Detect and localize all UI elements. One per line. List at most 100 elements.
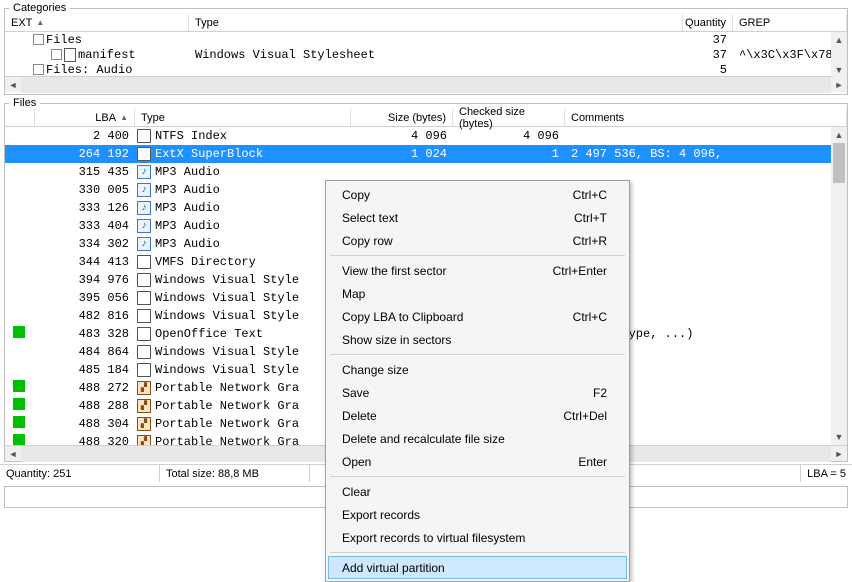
scroll-right-icon[interactable]: ►	[831, 446, 847, 462]
file-row[interactable]: 315 435MP3 Audio	[5, 163, 847, 181]
cell-type: MP3 Audio	[135, 183, 351, 197]
cell-lba: 333 404	[35, 219, 135, 233]
image-icon	[137, 399, 151, 413]
menu-item[interactable]: Map	[328, 282, 627, 305]
menu-item-label: Add virtual partition	[342, 561, 445, 575]
checkbox[interactable]	[33, 34, 44, 45]
cell-type: Portable Network Gra	[135, 417, 351, 431]
menu-item-label: Map	[342, 287, 365, 301]
category-name: Files: Audio	[46, 63, 132, 77]
scroll-up-icon[interactable]: ▲	[831, 127, 847, 143]
cell-type: Portable Network Gra	[135, 381, 351, 395]
scroll-left-icon[interactable]: ◄	[5, 77, 21, 93]
file-row[interactable]: 2 400NTFS Index4 0964 096	[5, 127, 847, 145]
menu-item-label: Copy row	[342, 234, 393, 248]
cell-lba: 334 302	[35, 237, 135, 251]
col-mark[interactable]	[5, 109, 35, 126]
cell-type: MP3 Audio	[135, 219, 351, 233]
menu-item[interactable]: DeleteCtrl+Del	[328, 404, 627, 427]
menu-item[interactable]: View the first sectorCtrl+Enter	[328, 259, 627, 282]
cell-lba: 484 864	[35, 345, 135, 359]
cell-type: VMFS Directory	[135, 255, 351, 269]
menu-item[interactable]: OpenEnter	[328, 450, 627, 473]
cell-type: Portable Network Gra	[135, 435, 351, 445]
cell-lba: 488 320	[35, 435, 135, 445]
context-menu: CopyCtrl+CSelect textCtrl+T Copy row Ctrl+…	[325, 180, 630, 582]
category-row[interactable]: Files37	[5, 32, 847, 47]
image-icon	[137, 381, 151, 395]
scroll-up-icon[interactable]: ▲	[831, 32, 847, 48]
categories-header-row: EXT▲ Type Quantity GREP	[5, 14, 847, 32]
cell-comments: 2 497 536, BS: 4 096,	[565, 147, 847, 161]
cell-type: Windows Visual Style	[135, 273, 351, 287]
col-type[interactable]: Type	[189, 14, 683, 31]
checkbox[interactable]	[33, 64, 44, 75]
menu-separator	[330, 255, 625, 256]
col-ext[interactable]: EXT▲	[5, 14, 189, 31]
menu-item[interactable]: Show size in sectors	[328, 328, 627, 351]
menu-item[interactable]: Copy LBA to Clipboard Ctrl+C	[328, 305, 627, 328]
cell-lba: 482 816	[35, 309, 135, 323]
file-row[interactable]: 264 192ExtX SuperBlock1 02412 497 536, B…	[5, 145, 847, 163]
col-comments[interactable]: Comments	[565, 109, 847, 126]
row-marker	[5, 416, 35, 432]
col-grep[interactable]: GREP	[733, 14, 847, 31]
green-marker-icon	[13, 416, 25, 428]
scroll-down-icon[interactable]: ▼	[831, 429, 847, 445]
col-filetype[interactable]: Type	[135, 109, 351, 126]
menu-item[interactable]: Add virtual partition	[328, 556, 627, 579]
col-size[interactable]: Size (bytes)	[351, 109, 453, 126]
file-icon	[137, 291, 151, 305]
files-vscroll[interactable]: ▲ ▼	[831, 127, 847, 445]
menu-item[interactable]: CopyCtrl+C	[328, 183, 627, 206]
cell-lba: 488 272	[35, 381, 135, 395]
files-legend: Files	[9, 97, 40, 109]
menu-item-shortcut: Ctrl+R	[573, 234, 607, 248]
status-lba: LBA = 5	[801, 465, 852, 482]
scroll-down-icon[interactable]: ▼	[831, 62, 847, 78]
menu-item-shortcut: Ctrl+C	[573, 310, 607, 324]
cell-type: MP3 Audio	[135, 201, 351, 215]
category-row[interactable]: manifestWindows Visual Stylesheet37^\x3C…	[5, 47, 847, 62]
menu-item[interactable]: Clear	[328, 480, 627, 503]
menu-item-label: Save	[342, 386, 369, 400]
categories-vscroll[interactable]: ▲ ▼	[831, 32, 847, 78]
menu-item[interactable]: Delete and recalculate file size	[328, 427, 627, 450]
cell-lba: 264 192	[35, 147, 135, 161]
row-marker	[5, 380, 35, 396]
category-name: Files	[46, 33, 82, 47]
cell-type: Windows Visual Style	[135, 363, 351, 377]
menu-item[interactable]: Export records to virtual filesystem	[328, 526, 627, 549]
scroll-thumb[interactable]	[833, 143, 845, 183]
menu-item-shortcut: Ctrl+Enter	[553, 264, 607, 278]
cell-csize: 4 096	[453, 129, 565, 143]
col-checked-size[interactable]: Checked size (bytes)	[453, 109, 565, 126]
menu-item-label: Copy LBA to Clipboard	[342, 310, 463, 324]
cell-lba: 483 328	[35, 327, 135, 341]
menu-item[interactable]: Select textCtrl+T	[328, 206, 627, 229]
file-icon	[137, 147, 151, 161]
category-grep: ^\x3C\x3F\x78	[733, 48, 847, 62]
image-icon	[137, 435, 151, 445]
file-icon	[137, 363, 151, 377]
menu-item[interactable]: Export records	[328, 503, 627, 526]
categories-hscroll[interactable]: ◄ ►	[5, 76, 847, 92]
scroll-left-icon[interactable]: ◄	[5, 446, 21, 462]
cell-lba: 395 056	[35, 291, 135, 305]
col-quantity[interactable]: Quantity	[683, 14, 733, 31]
menu-item[interactable]: Change size	[328, 358, 627, 381]
cell-lba: 315 435	[35, 165, 135, 179]
menu-item-shortcut: F2	[593, 386, 607, 400]
row-marker	[5, 434, 35, 445]
menu-item-label: Export records	[342, 508, 420, 522]
menu-item-label: Clear	[342, 485, 371, 499]
file-icon	[137, 255, 151, 269]
menu-separator	[330, 354, 625, 355]
menu-item[interactable]: Copy row Ctrl+R	[328, 229, 627, 252]
category-row[interactable]: Files: Audio5	[5, 62, 847, 76]
menu-item[interactable]: Save F2	[328, 381, 627, 404]
col-lba[interactable]: LBA▲	[35, 109, 135, 126]
file-icon	[137, 273, 151, 287]
scroll-right-icon[interactable]: ►	[831, 77, 847, 93]
checkbox[interactable]	[51, 49, 62, 60]
